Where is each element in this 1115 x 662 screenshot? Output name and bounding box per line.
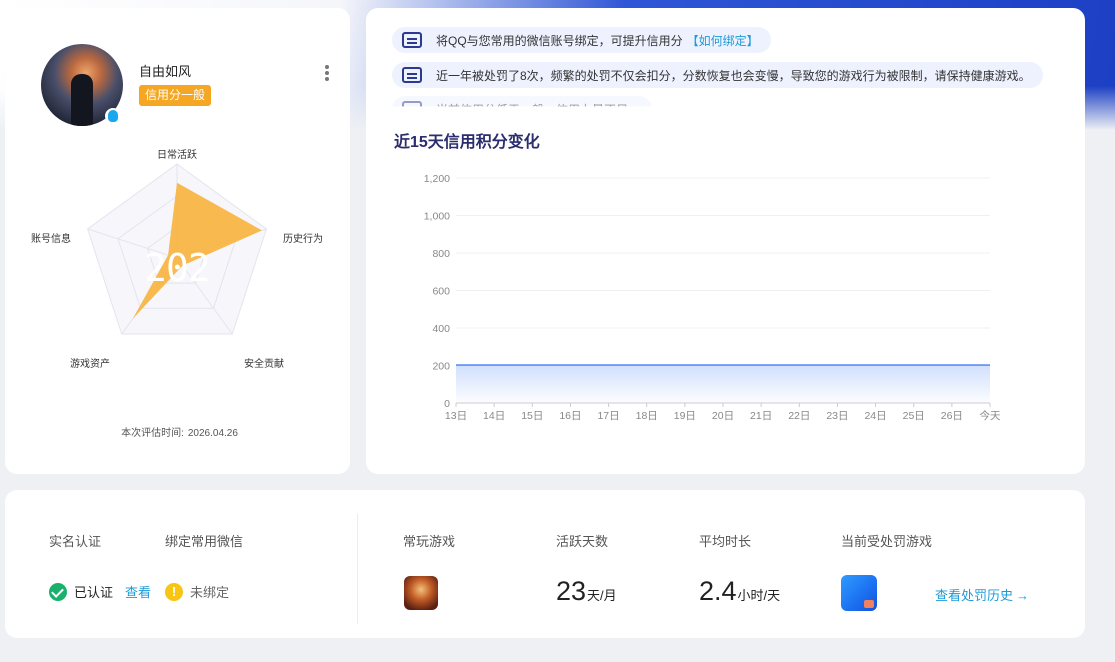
- chart-x-axis: 13日 14日 15日 16日 17日 18日 19日 20日 21日 22日 23日 24日 25日 2…: [445, 403, 1001, 422]
- avatar-figure: [71, 74, 93, 126]
- qq-penguin-icon: [105, 108, 121, 124]
- bind-wechat-label: 绑定常用微信: [165, 534, 244, 549]
- credit-level-badge: 信用分一般: [139, 85, 212, 106]
- username: 自由如风: [139, 64, 192, 79]
- radar-label-game-assets: 游戏资产: [70, 357, 110, 370]
- active-days-label: 活跃天数: [556, 534, 609, 549]
- notice-text: 将QQ与您常用的微信账号绑定，可提升信用分: [436, 33, 683, 48]
- divider: [357, 514, 358, 624]
- notice-text: 近一年被处罚了8次，频繁的处罚不仅会扣分，分数恢复也会变慢，导致您的游戏行为被限…: [436, 68, 1031, 83]
- check-circle-icon: [49, 582, 67, 601]
- avg-time-label: 平均时长: [699, 534, 752, 549]
- evaluation-time: 本次评估时间: 2026.04.26: [5, 424, 350, 439]
- radar-label-security-contribution: 安全贡献: [244, 357, 284, 370]
- x-tick-label: 21日: [750, 410, 772, 422]
- credit-score-line-chart: 02004006008001,0001,200 13日 14日 15日 16日 17日 1…: [424, 173, 1001, 422]
- message-icon: [402, 67, 422, 83]
- credit-score-area: [456, 365, 990, 403]
- active-days-unit: 天/月: [587, 588, 617, 603]
- notice-bind-wechat: 将QQ与您常用的微信账号绑定，可提升信用分 【如何绑定】: [392, 27, 771, 53]
- frequent-game-label: 常玩游戏: [403, 534, 456, 549]
- radar-score-value: 202: [144, 246, 210, 290]
- message-icon: [402, 101, 422, 107]
- x-tick-label: 24日: [864, 410, 886, 422]
- radar-label-account-info: 账号信息: [31, 232, 71, 245]
- y-tick-label: 400: [432, 323, 450, 335]
- evaluation-time-label: 本次评估时间:: [121, 428, 184, 439]
- x-tick-label: 20日: [712, 410, 734, 422]
- punished-game-label: 当前受处罚游戏: [841, 534, 933, 549]
- message-icon: [402, 32, 422, 48]
- x-tick-label: 18日: [636, 410, 658, 422]
- avg-time: 2.4小时/天: [699, 576, 780, 607]
- unbound-text: 未绑定: [190, 585, 230, 600]
- how-to-bind-link[interactable]: 【如何绑定】: [687, 32, 759, 49]
- x-tick-label: 17日: [597, 410, 619, 422]
- y-tick-label: 1,200: [424, 173, 450, 185]
- radar-label-history-behavior: 历史行为: [283, 232, 323, 245]
- notice-text: 当前信用分低于一般，信用力量不足。: [436, 102, 641, 117]
- y-tick-label: 800: [432, 248, 450, 260]
- more-options-icon[interactable]: [323, 64, 331, 84]
- x-tick-label: 14日: [483, 410, 505, 422]
- avg-time-unit: 小时/天: [737, 588, 781, 603]
- chart-y-axis: 0 200 400 600 800 1,000 1,200: [424, 173, 450, 410]
- arrow-right-icon: →: [1016, 588, 1030, 603]
- active-days: 23天/月: [556, 576, 617, 607]
- chart-title: 近15天信用积分变化: [394, 134, 540, 151]
- x-tick-label: 25日: [903, 410, 925, 422]
- wechat-bind-status: ! 未绑定: [165, 582, 229, 601]
- view-verification-link[interactable]: 查看: [125, 582, 151, 601]
- punished-game-icon[interactable]: [841, 575, 877, 611]
- x-tick-label: 26日: [941, 410, 963, 422]
- credit-radar-chart: 202 日常活跃 历史行为 安全贡献 游戏资产 账号信息: [31, 148, 323, 370]
- y-tick-label: 200: [432, 361, 450, 373]
- y-tick-label: 600: [432, 286, 450, 298]
- account-stats-card: 实名认证 绑定常用微信 已认证 查看 ! 未绑定 常玩游戏 活跃天数 23天/月…: [5, 490, 1085, 638]
- x-tick-label: 13日: [445, 410, 467, 422]
- x-tick-label: 16日: [559, 410, 581, 422]
- x-tick-label: 19日: [674, 410, 696, 422]
- real-name-label: 实名认证: [49, 534, 102, 549]
- notice-penalty: 近一年被处罚了8次，频繁的处罚不仅会扣分，分数恢复也会变慢，导致您的游戏行为被限…: [392, 62, 1043, 88]
- avg-time-value: 2.4: [699, 576, 737, 606]
- warning-icon: !: [165, 582, 183, 601]
- notice-credit-low: 当前信用分低于一般，信用力量不足。: [392, 96, 653, 117]
- x-tick-label: 22日: [788, 410, 810, 422]
- view-penalty-history-link[interactable]: 查看处罚历史 →: [935, 585, 1029, 604]
- frequent-game-icon[interactable]: [404, 576, 438, 610]
- verified-text: 已认证: [74, 585, 114, 600]
- x-tick-label: 15日: [521, 410, 543, 422]
- radar-label-daily-activity: 日常活跃: [157, 148, 197, 161]
- y-tick-label: 0: [444, 398, 450, 410]
- real-name-status: 已认证 查看: [49, 582, 151, 601]
- profile-card: 自由如风 信用分一般 202 日常活跃 历史行为 安全贡献 游戏资产 账号信息 …: [5, 8, 350, 474]
- credit-trend-card: 将QQ与您常用的微信账号绑定，可提升信用分 【如何绑定】 近一年被处罚了8次，频…: [366, 8, 1085, 474]
- history-link-text: 查看处罚历史: [935, 588, 1014, 603]
- x-tick-label: 23日: [826, 410, 848, 422]
- y-tick-label: 1,000: [424, 211, 450, 223]
- x-tick-label: 今天: [980, 409, 1001, 422]
- evaluation-time-value: 2026.04.26: [187, 428, 238, 439]
- active-days-value: 23: [556, 576, 587, 606]
